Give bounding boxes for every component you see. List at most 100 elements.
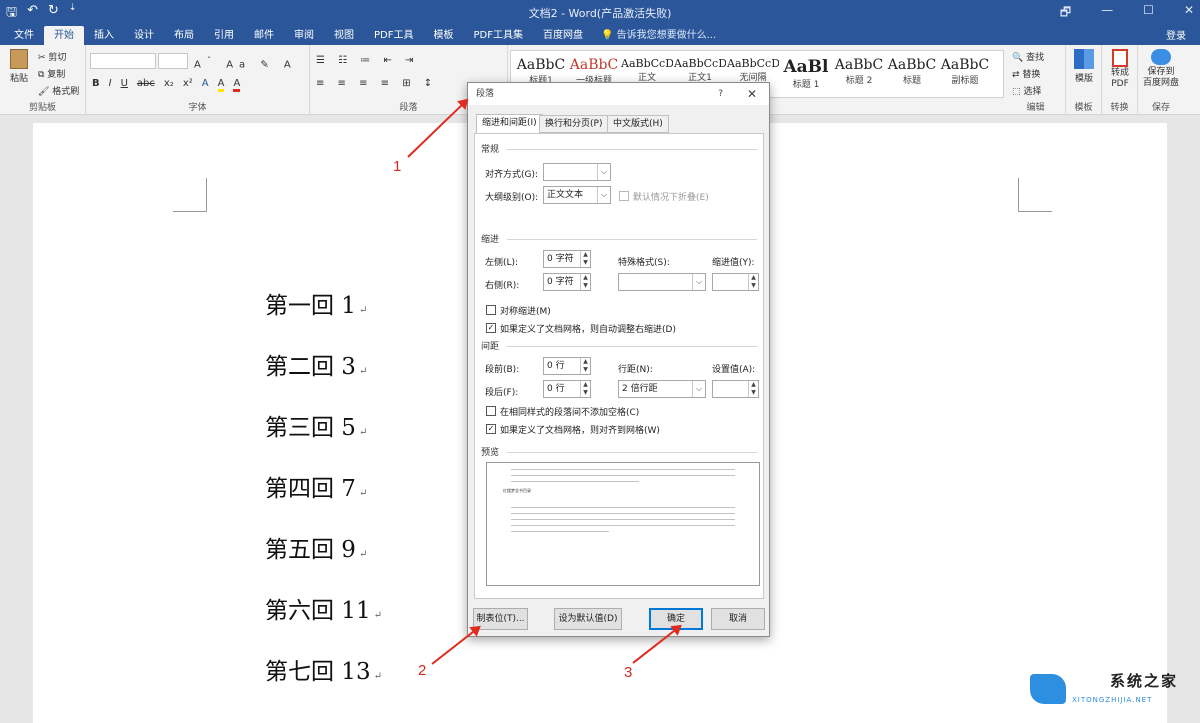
preview-line <box>511 469 735 470</box>
tab-mailings[interactable]: 邮件 <box>244 26 284 45</box>
tab-pdf-tools[interactable]: PDF工具 <box>364 26 423 45</box>
font-size-box[interactable] <box>158 53 188 69</box>
lightbulb-icon: 💡 <box>600 30 614 41</box>
document-line[interactable]: 第三回 5 ↵ <box>265 408 367 442</box>
spacing-at-input[interactable]: ▲ ▼ <box>712 380 759 398</box>
dialog-close-icon[interactable]: ✕ <box>747 83 757 105</box>
right-indent-input[interactable]: 0 字符 ▲ ▼ <box>543 273 591 291</box>
special-select[interactable]: ⌵ <box>618 273 706 291</box>
close-button[interactable]: ✕ <box>1184 3 1194 24</box>
dialog-title-bar[interactable]: 段落 ? ✕ <box>468 83 769 105</box>
tab-references[interactable]: 引用 <box>204 26 244 45</box>
document-line[interactable]: 第四回 7 ↵ <box>265 469 367 503</box>
line-spacing-select[interactable]: 2 倍行距 ⌵ <box>618 380 706 398</box>
login-link[interactable]: 登录 <box>1166 27 1186 42</box>
cut-button[interactable]: ✂ 剪切 <box>38 50 66 63</box>
left-indent-input[interactable]: 0 字符 ▲ ▼ <box>543 250 591 268</box>
style-item[interactable]: AaBbCcD 正文 <box>621 57 673 83</box>
style-item[interactable]: AaBbC 标题 <box>886 57 938 86</box>
no-space-same-style-checkbox[interactable] <box>486 406 496 416</box>
copy-button[interactable]: ⧉ 复制 <box>38 67 65 80</box>
tab-templates[interactable]: 模板 <box>423 26 463 45</box>
style-item[interactable]: AaBbC 副标题 <box>939 57 991 86</box>
tab-view[interactable]: 视图 <box>324 26 364 45</box>
spinner-icon[interactable]: ▲ ▼ <box>580 274 590 290</box>
spinner-icon[interactable]: ▲ ▼ <box>580 358 590 374</box>
collapse-checkbox[interactable] <box>619 191 629 201</box>
style-item[interactable]: AaBbCcD 无间隔 <box>727 57 779 83</box>
bold-button[interactable]: B <box>92 78 100 92</box>
set-default-button[interactable]: 设为默认值(D) <box>554 608 622 630</box>
convert-pdf-button[interactable]: 转成 PDF <box>1105 49 1135 90</box>
spinner-icon[interactable]: ▲ ▼ <box>748 274 758 290</box>
font-format-row: B I U abc x₂ x² A A A <box>92 78 241 92</box>
document-line[interactable]: 第六回 11 ↵ <box>265 591 382 625</box>
tell-me-box[interactable]: 💡 告诉我您想要做什么... <box>593 26 724 45</box>
help-icon[interactable]: ? <box>718 83 723 105</box>
spinner-icon[interactable]: ▲ ▼ <box>580 251 590 267</box>
font-color-button[interactable]: A <box>233 78 241 92</box>
outline-level-select[interactable]: 正文文本 ⌵ <box>543 186 611 204</box>
italic-button[interactable]: I <box>109 78 112 92</box>
subscript-button[interactable]: x₂ <box>164 78 174 92</box>
tab-layout[interactable]: 布局 <box>164 26 204 45</box>
auto-adjust-label: 如果定义了文档网格，则自动调整右缩进(D) <box>500 325 676 335</box>
document-line[interactable]: 第二回 3 ↵ <box>265 347 367 381</box>
maximize-button[interactable]: ☐ <box>1143 3 1154 24</box>
font-name-box[interactable] <box>90 53 156 69</box>
tab-asian-typography[interactable]: 中文版式(H) <box>607 115 669 133</box>
indent-by-label: 缩进值(Y): <box>712 258 755 268</box>
tab-review[interactable]: 审阅 <box>284 26 324 45</box>
replace-button[interactable]: ⇄ 替换 <box>1012 67 1040 80</box>
tab-line-page-breaks[interactable]: 换行和分页(P) <box>539 115 609 133</box>
tab-home[interactable]: 开始 <box>44 26 84 45</box>
align-buttons[interactable]: ≡ ≡ ≡ ≡ ⊞ ↕ <box>316 78 437 89</box>
strikethrough-button[interactable]: abc <box>137 78 155 92</box>
document-line[interactable]: 第一回 1 ↵ <box>265 286 367 320</box>
cloud-icon <box>1151 49 1171 65</box>
divider <box>507 239 757 240</box>
template-button[interactable]: 模版 <box>1070 49 1098 84</box>
snap-to-grid-checkbox[interactable]: ✓ <box>486 424 496 434</box>
document-line[interactable]: 第五回 9 ↵ <box>265 530 367 564</box>
space-before-label: 段前(B): <box>485 365 520 375</box>
style-item[interactable]: AaBbCcD 正文1 <box>674 57 726 83</box>
watermark-logo: 系统之家 XITONGZHIJIA.NET <box>1030 668 1195 712</box>
format-painter-button[interactable]: 🖌 格式刷 <box>38 84 79 97</box>
find-button[interactable]: 🔍 查找 <box>1012 50 1044 63</box>
cancel-button[interactable]: 取消 <box>711 608 765 630</box>
tab-design[interactable]: 设计 <box>124 26 164 45</box>
spinner-icon[interactable]: ▲ ▼ <box>580 381 590 397</box>
save-to-netdisk-button[interactable]: 保存到 百度网盘 <box>1140 49 1182 89</box>
preview-line <box>511 519 735 520</box>
spinner-icon[interactable]: ▲ ▼ <box>748 381 758 397</box>
tab-baidu-netdisk[interactable]: 百度网盘 <box>533 26 593 45</box>
tab-insert[interactable]: 插入 <box>84 26 124 45</box>
tab-pdf-toolset[interactable]: PDF工具集 <box>463 26 532 45</box>
document-line[interactable]: 第七回 13 ↵ <box>265 652 382 686</box>
editing-label: 编辑 <box>1026 103 1045 113</box>
space-before-input[interactable]: 0 行 ▲ ▼ <box>543 357 591 375</box>
select-button[interactable]: ⬚ 选择 <box>1012 84 1041 97</box>
underline-button[interactable]: U <box>121 78 128 92</box>
save-label: 保存 <box>1151 103 1170 113</box>
paste-button[interactable]: 粘贴 <box>6 49 32 84</box>
tab-file[interactable]: 文件 <box>4 26 44 45</box>
minimize-button[interactable]: — <box>1101 3 1113 24</box>
snap-to-grid-label: 如果定义了文档网格，则对齐到网格(W) <box>500 426 660 436</box>
mirror-indent-checkbox[interactable] <box>486 305 496 315</box>
text-effects-button[interactable]: A <box>202 78 209 92</box>
space-after-input[interactable]: 0 行 ▲ ▼ <box>543 380 591 398</box>
indent-by-input[interactable]: ▲ ▼ <box>712 273 759 291</box>
auto-adjust-checkbox[interactable]: ✓ <box>486 323 496 333</box>
restore-ribbon-icon[interactable]: 🗗 <box>1060 3 1071 24</box>
general-section-title: 常规 <box>481 145 500 155</box>
list-buttons[interactable]: ☰ ☷ ≔ ⇤ ⇥ <box>316 55 418 66</box>
alignment-select[interactable]: ⌵ <box>543 163 611 181</box>
highlight-button[interactable]: A <box>217 78 225 92</box>
tab-indents-spacing[interactable]: 缩进和间距(I) <box>476 114 543 134</box>
style-item[interactable]: AaBl 标题 1 <box>780 57 832 90</box>
paragraph-mark: ↵ <box>358 305 368 316</box>
superscript-button[interactable]: x² <box>183 78 193 92</box>
style-item[interactable]: AaBbC 标题 2 <box>833 57 885 86</box>
